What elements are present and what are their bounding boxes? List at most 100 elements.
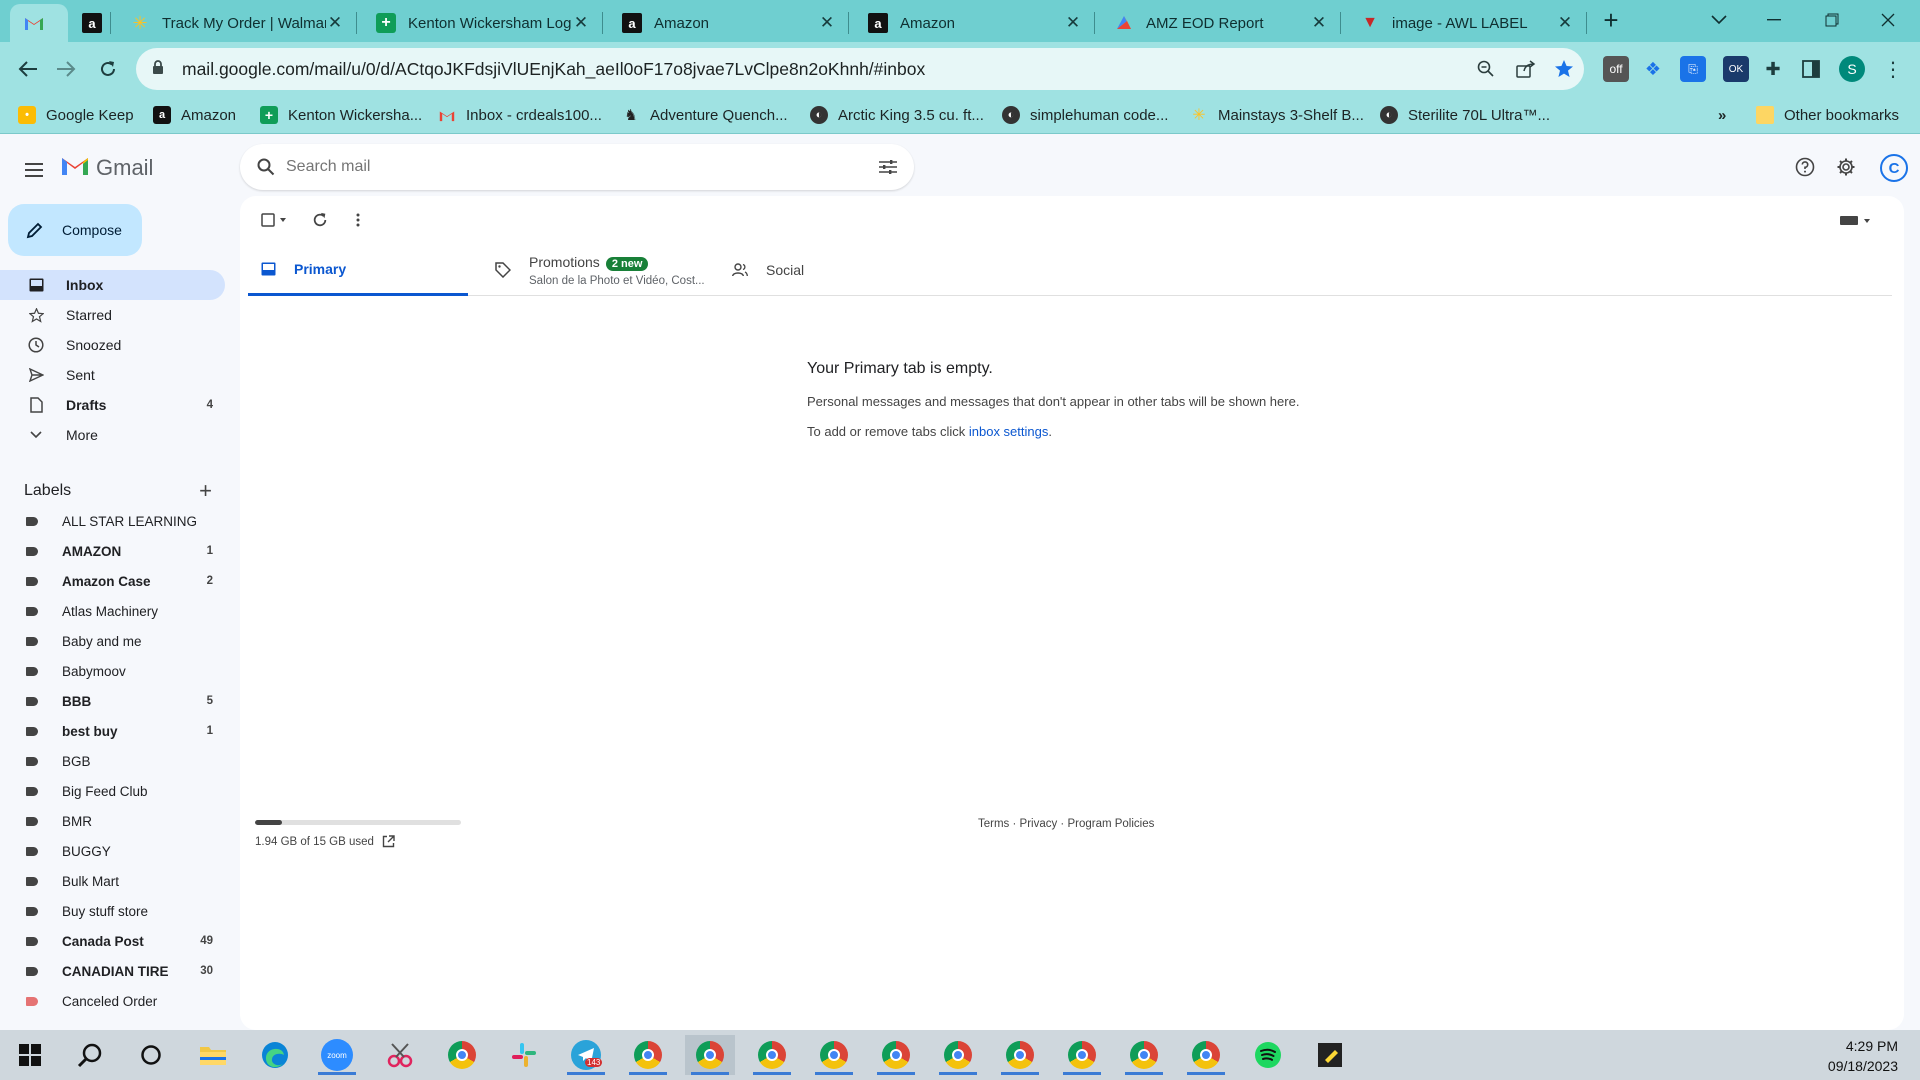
label-item[interactable]: BGB bbox=[0, 746, 225, 776]
compose-button[interactable]: Compose bbox=[8, 204, 142, 256]
zoom-app-icon[interactable]: zoom bbox=[312, 1035, 362, 1075]
close-tab-icon[interactable]: ✕ bbox=[1310, 13, 1328, 33]
inbox-settings-link[interactable]: inbox settings bbox=[969, 424, 1049, 439]
tab-amazon-1[interactable]: a bbox=[68, 4, 120, 42]
bookmark-arctic-king[interactable]: ◐ Arctic King 3.5 cu. ft... bbox=[810, 104, 984, 126]
bookmark-inbox[interactable]: Inbox - crdeals100... bbox=[438, 104, 602, 126]
label-item[interactable]: Canceled Order bbox=[0, 986, 225, 1016]
system-clock[interactable]: 4:29 PM 09/18/2023 bbox=[1828, 1036, 1898, 1076]
label-item[interactable]: BMR bbox=[0, 806, 225, 836]
label-item[interactable]: ALL STAR LEARNING bbox=[0, 506, 225, 536]
nav-more[interactable]: More bbox=[0, 420, 225, 450]
help-icon[interactable] bbox=[1789, 151, 1821, 183]
chrome-profile-icon[interactable] bbox=[933, 1035, 983, 1075]
forward-button[interactable] bbox=[48, 51, 84, 87]
tab-social[interactable]: Social bbox=[730, 244, 930, 296]
bookmark-amazon[interactable]: a Amazon bbox=[153, 104, 236, 126]
label-item[interactable]: Amazon Case 2 bbox=[0, 566, 225, 596]
chrome-profile-icon[interactable] bbox=[623, 1035, 673, 1075]
address-bar[interactable]: mail.google.com/mail/u/0/d/ACtqoJKFdsjiV… bbox=[136, 48, 1584, 90]
search-options-icon[interactable] bbox=[876, 155, 900, 179]
telegram-icon[interactable]: 143 bbox=[561, 1035, 611, 1075]
chrome-profile-icon[interactable] bbox=[1181, 1035, 1231, 1075]
settings-gear-icon[interactable] bbox=[1830, 151, 1862, 183]
label-item[interactable]: Baby and me bbox=[0, 626, 225, 656]
nav-drafts[interactable]: Drafts 4 bbox=[0, 390, 225, 420]
minimize-window-icon[interactable] bbox=[1748, 0, 1800, 40]
search-icon[interactable] bbox=[254, 158, 278, 176]
gmail-logo[interactable]: Gmail bbox=[60, 154, 153, 182]
sticky-notes-icon[interactable] bbox=[1305, 1035, 1355, 1075]
zoom-icon[interactable] bbox=[1474, 57, 1498, 81]
bookmark-google-keep[interactable]: • Google Keep bbox=[18, 104, 134, 126]
nav-inbox[interactable]: Inbox bbox=[0, 270, 225, 300]
footer-links[interactable]: Terms · Privacy · Program Policies bbox=[978, 818, 1154, 830]
nav-sent[interactable]: Sent bbox=[0, 360, 225, 390]
new-tab-button[interactable]: + bbox=[1585, 0, 1637, 40]
tab-awl-label[interactable]: ▼ image - AWL LABEL ✕ bbox=[1346, 4, 1586, 42]
edge-icon[interactable] bbox=[250, 1035, 300, 1075]
side-panel-icon[interactable] bbox=[1798, 56, 1824, 82]
extension-ok-icon[interactable]: OK bbox=[1723, 56, 1749, 82]
select-all-checkbox[interactable] bbox=[256, 208, 296, 232]
label-item[interactable]: Bulk Mart bbox=[0, 866, 225, 896]
label-item[interactable]: Atlas Machinery bbox=[0, 596, 225, 626]
browser-menu-icon[interactable]: ⋮ bbox=[1880, 56, 1906, 82]
chrome-profile-icon[interactable] bbox=[995, 1035, 1045, 1075]
more-bookmarks-button[interactable]: » bbox=[1718, 104, 1726, 126]
bookmark-sterilite[interactable]: ◐ Sterilite 70L Ultra™... bbox=[1380, 104, 1550, 126]
bookmark-star-icon[interactable] bbox=[1552, 57, 1576, 81]
chrome-profile-icon[interactable] bbox=[809, 1035, 859, 1075]
chrome-profile-icon[interactable] bbox=[685, 1035, 735, 1075]
chrome-profile-icon[interactable] bbox=[1119, 1035, 1169, 1075]
account-avatar[interactable]: C bbox=[1880, 154, 1908, 182]
nav-starred[interactable]: Starred bbox=[0, 300, 225, 330]
tab-search-chevron-icon[interactable] bbox=[1693, 0, 1745, 40]
refresh-icon[interactable] bbox=[308, 208, 332, 232]
extension-puzzle-blue-icon[interactable]: ❖ bbox=[1640, 56, 1666, 82]
tab-primary[interactable]: Primary bbox=[248, 244, 468, 296]
extension-link-icon[interactable]: ⎘ bbox=[1680, 56, 1706, 82]
extensions-icon[interactable]: ✚ bbox=[1760, 56, 1786, 82]
bookmark-kenton[interactable]: + Kenton Wickersha... bbox=[260, 104, 422, 126]
restore-window-icon[interactable] bbox=[1806, 0, 1858, 40]
close-tab-icon[interactable]: ✕ bbox=[818, 13, 836, 33]
close-window-icon[interactable] bbox=[1862, 0, 1914, 40]
close-tab-icon[interactable]: ✕ bbox=[1556, 13, 1574, 33]
label-item[interactable]: BBB 5 bbox=[0, 686, 225, 716]
label-item[interactable]: Babymoov bbox=[0, 656, 225, 686]
close-tab-icon[interactable]: ✕ bbox=[1064, 13, 1082, 33]
label-item[interactable]: best buy 1 bbox=[0, 716, 225, 746]
chrome-profile-icon[interactable] bbox=[747, 1035, 797, 1075]
label-item[interactable]: BUGGY bbox=[0, 836, 225, 866]
share-icon[interactable] bbox=[1514, 57, 1538, 81]
slack-icon[interactable] bbox=[499, 1035, 549, 1075]
input-tools-keyboard-icon[interactable] bbox=[1836, 208, 1876, 232]
label-item[interactable]: Big Feed Club bbox=[0, 776, 225, 806]
spotify-icon[interactable] bbox=[1243, 1035, 1293, 1075]
label-item[interactable]: Canada Post 49 bbox=[0, 926, 225, 956]
reload-button[interactable] bbox=[90, 51, 126, 87]
extension-off-icon[interactable]: off bbox=[1603, 56, 1629, 82]
tab-amazon-3[interactable]: a Amazon ✕ bbox=[854, 4, 1094, 42]
add-label-icon[interactable]: + bbox=[199, 478, 212, 504]
tab-amazon-2[interactable]: a Amazon ✕ bbox=[608, 4, 848, 42]
tab-walmart[interactable]: ✳ Track My Order | Walmart ✕ bbox=[116, 4, 356, 42]
tab-gmail[interactable] bbox=[10, 4, 68, 42]
bookmark-mainstays[interactable]: ✳ Mainstays 3-Shelf B... bbox=[1190, 104, 1364, 126]
nav-snoozed[interactable]: Snoozed bbox=[0, 330, 225, 360]
chrome-profile-icon[interactable] bbox=[871, 1035, 921, 1075]
label-item[interactable]: CANADIAN TIRE 30 bbox=[0, 956, 225, 986]
task-view-icon[interactable] bbox=[126, 1035, 176, 1075]
snipping-tool-icon[interactable] bbox=[375, 1035, 425, 1075]
back-button[interactable] bbox=[10, 51, 46, 87]
more-options-icon[interactable] bbox=[346, 208, 370, 232]
file-explorer-icon[interactable] bbox=[188, 1035, 238, 1075]
external-link-icon[interactable] bbox=[382, 835, 395, 848]
close-tab-icon[interactable]: ✕ bbox=[572, 13, 590, 33]
search-input[interactable] bbox=[286, 158, 846, 176]
label-item[interactable]: Buy stuff store bbox=[0, 896, 225, 926]
chrome-profile-icon[interactable] bbox=[1057, 1035, 1107, 1075]
search-bar[interactable] bbox=[240, 144, 914, 190]
chrome-profile-icon[interactable] bbox=[437, 1035, 487, 1075]
